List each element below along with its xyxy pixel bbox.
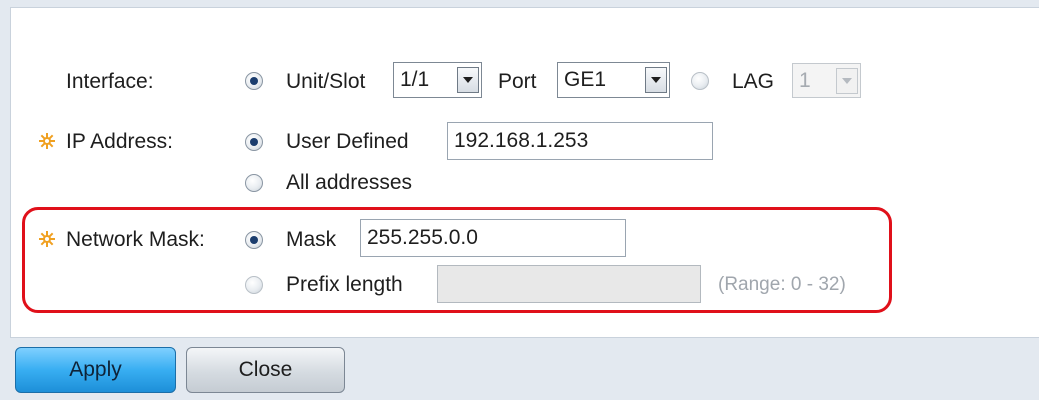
network-mask-highlight	[22, 207, 892, 313]
lag-select[interactable]: 1	[792, 63, 861, 98]
chevron-down-icon	[457, 67, 479, 93]
apply-button[interactable]: Apply	[15, 347, 176, 393]
unit-slot-label: Unit/Slot	[286, 70, 366, 93]
unit-slot-select[interactable]: 1/1	[393, 62, 482, 98]
user-defined-radio[interactable]	[245, 133, 263, 151]
port-select-value: GE1	[564, 68, 607, 91]
close-button[interactable]: Close	[186, 347, 345, 393]
chevron-down-icon	[645, 67, 667, 93]
ip-address-label: IP Address:	[66, 130, 174, 153]
lag-select-value: 1	[799, 68, 811, 92]
lag-label: LAG	[732, 70, 775, 93]
port-select[interactable]: GE1	[557, 62, 670, 98]
all-addresses-radio[interactable]	[245, 174, 263, 192]
unit-slot-select-value: 1/1	[400, 68, 430, 91]
ip-address-input[interactable]	[447, 122, 713, 160]
interface-label: Interface:	[66, 70, 154, 93]
unit-slot-radio[interactable]	[245, 72, 263, 90]
chevron-down-icon	[836, 67, 858, 94]
all-addresses-label: All addresses	[286, 171, 413, 194]
lag-radio[interactable]	[691, 72, 709, 90]
port-label: Port	[498, 70, 537, 93]
required-star-icon	[39, 133, 55, 149]
user-defined-label: User Defined	[286, 130, 409, 153]
